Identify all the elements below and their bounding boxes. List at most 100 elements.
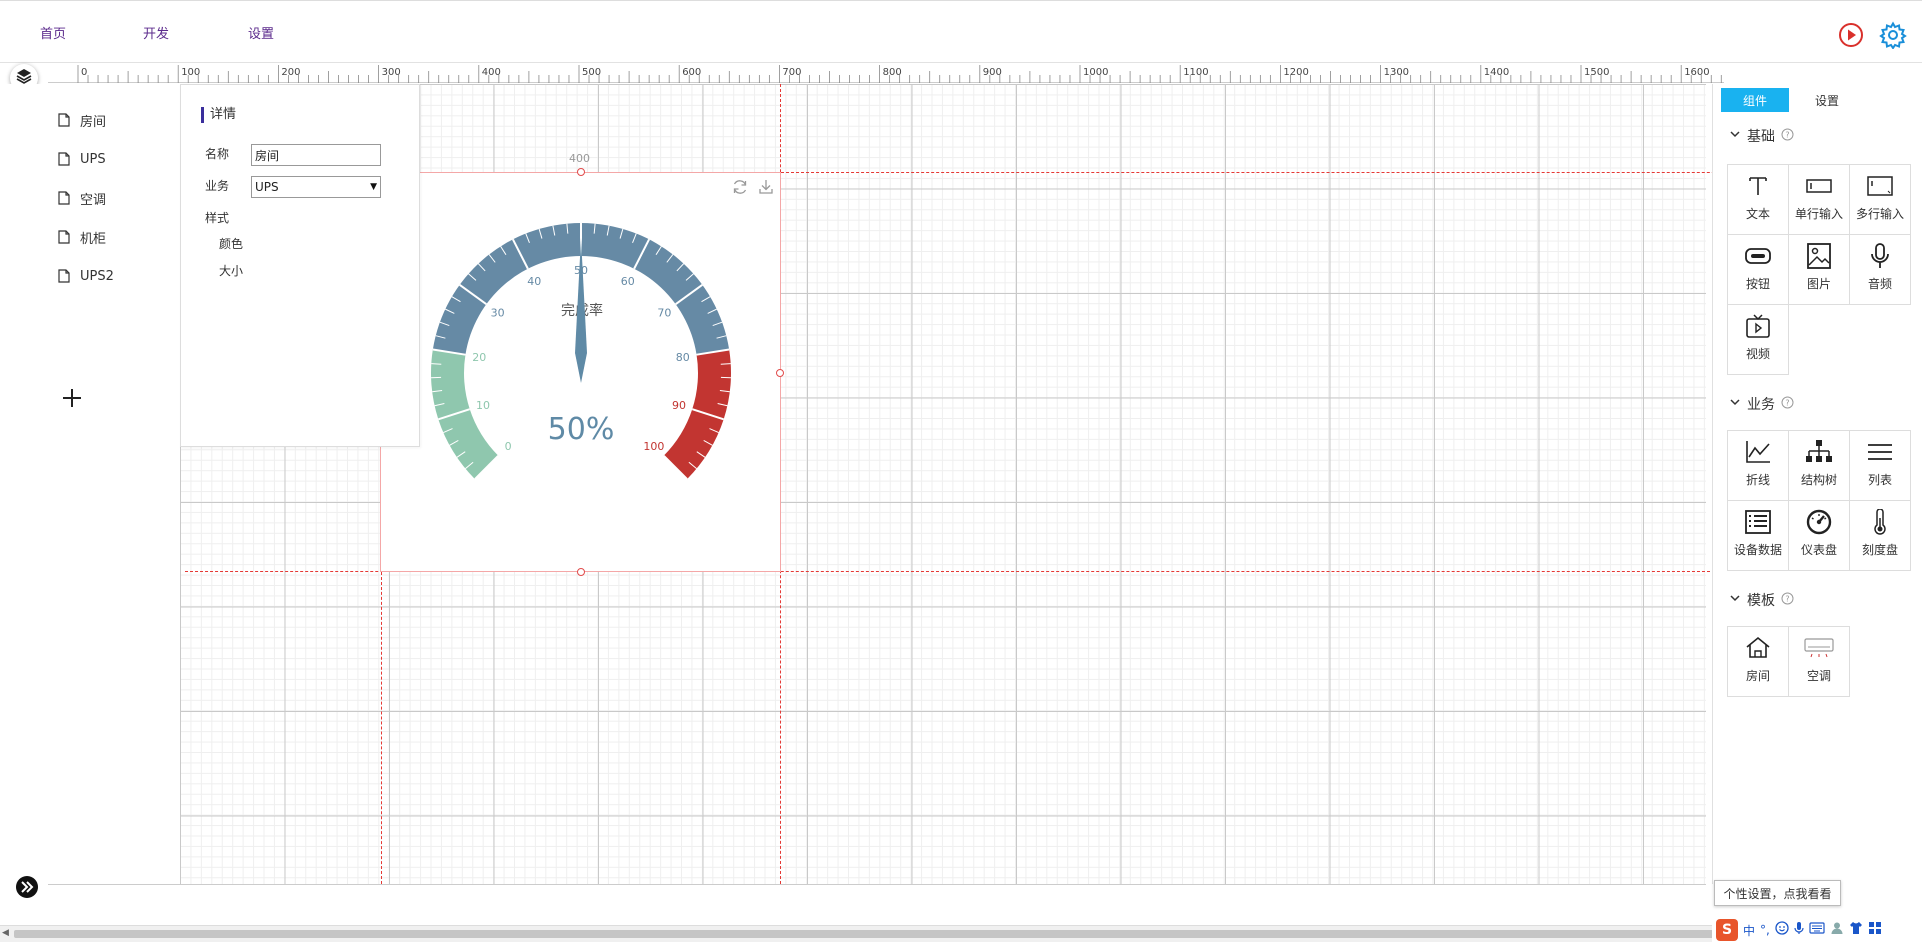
page-item-label: 空调	[80, 192, 107, 208]
ruler-label: 1600	[1684, 67, 1709, 78]
file-icon	[58, 113, 70, 127]
svg-text:?: ?	[1785, 130, 1789, 139]
guide-line-left	[381, 572, 382, 884]
component-label: 仪表盘	[1800, 543, 1837, 557]
component-label: 结构树	[1800, 473, 1837, 487]
gauge-tick-label: 60	[621, 275, 635, 288]
thermometer-icon	[1874, 509, 1886, 535]
ime-language-toggle[interactable]: 中	[1743, 922, 1755, 939]
help-icon[interactable]: ?	[1781, 128, 1794, 145]
details-title: 详情	[201, 107, 236, 123]
microphone-icon[interactable]	[1794, 921, 1804, 939]
grid-menu-icon[interactable]	[1868, 921, 1882, 939]
emoji-icon[interactable]	[1775, 921, 1789, 939]
nav-home[interactable]: 首页	[40, 23, 66, 42]
component-label: 单行输入	[1794, 207, 1843, 221]
size-label[interactable]: 大小	[219, 262, 243, 279]
gear-icon[interactable]	[1879, 21, 1907, 50]
ime-toolbar: S 中 °,	[1712, 918, 1922, 942]
color-label[interactable]: 颜色	[219, 235, 243, 252]
help-icon[interactable]: ?	[1781, 592, 1794, 609]
tab-components[interactable]: 组件	[1721, 88, 1789, 112]
page-item-ups[interactable]: UPS	[58, 149, 106, 169]
component-thermometer[interactable]: 刻度盘	[1850, 501, 1911, 571]
page-item-label: UPS2	[80, 268, 114, 284]
ruler-label: 800	[883, 67, 902, 78]
horizontal-scrollbar[interactable]: ◀	[0, 925, 1922, 942]
component-line-chart[interactable]: 折线	[1728, 431, 1789, 501]
ruler-label: 900	[983, 67, 1002, 78]
style-label: 样式	[205, 211, 230, 225]
gauge-band-low	[431, 349, 499, 480]
page-item-room[interactable]: 房间	[58, 110, 106, 130]
chevron-down-icon	[1729, 396, 1741, 412]
ruler-label: 500	[582, 67, 601, 78]
template-room[interactable]: 房间	[1728, 627, 1789, 697]
page-item-cabinet[interactable]: 机柜	[58, 227, 106, 247]
component-dashboard[interactable]: 仪表盘	[1789, 501, 1850, 571]
play-icon[interactable]	[1837, 21, 1865, 49]
gauge-widget[interactable]: 400 0102030405060708090100 完成率 50%	[380, 152, 784, 576]
page-item-label: UPS	[80, 151, 106, 167]
tab-settings[interactable]: 设置	[1793, 88, 1861, 112]
business-components-grid: 折线 结构树 列表 设备数据 仪表盘 刻度盘	[1727, 430, 1911, 571]
section-business-header[interactable]: 业务 ?	[1729, 394, 1794, 414]
basic-components-grid: 文本 单行输入 多行输入 按钮 图片 音频 视频	[1727, 164, 1911, 375]
component-label: 房间	[1745, 669, 1770, 683]
expand-panel-button[interactable]	[16, 876, 38, 898]
component-text[interactable]: 文本	[1728, 165, 1789, 235]
gauge-tick	[431, 363, 442, 365]
ruler-label: 1100	[1183, 67, 1208, 78]
user-icon[interactable]	[1830, 921, 1844, 939]
component-label: 刻度盘	[1861, 543, 1898, 557]
component-button[interactable]: 按钮	[1728, 235, 1789, 305]
file-icon	[58, 191, 70, 205]
top-bar: 首页 开发 设置	[0, 0, 1922, 63]
template-air-conditioner[interactable]: 空调	[1789, 627, 1850, 697]
gauge-tick-label: 20	[472, 351, 486, 364]
name-label: 名称	[205, 147, 230, 161]
gauge-value-text: 50%	[548, 412, 615, 447]
gauge-tick-label: 0	[505, 440, 512, 453]
ruler-label: 600	[682, 67, 701, 78]
component-list[interactable]: 列表	[1850, 431, 1911, 501]
section-template-header[interactable]: 模板 ?	[1729, 590, 1794, 610]
page-item-ups2[interactable]: UPS2	[58, 266, 114, 286]
ruler-label: 700	[782, 67, 801, 78]
scroll-left-icon[interactable]: ◀	[2, 928, 9, 938]
ruler-ticks: 0 100 200 300 400 500 600 700 800 900 1000 1100 1200…	[77, 65, 1722, 83]
business-select[interactable]: UPS ▼	[251, 176, 381, 198]
section-basic-header[interactable]: 基础 ?	[1729, 126, 1794, 146]
multi-line-input-icon	[1867, 176, 1893, 196]
add-page-button[interactable]	[60, 386, 84, 410]
scrollbar-thumb[interactable]	[14, 930, 1714, 938]
gauge-tick-label: 80	[676, 351, 690, 364]
ime-logo-icon[interactable]: S	[1716, 919, 1738, 941]
component-label: 空调	[1806, 669, 1831, 683]
shirt-icon[interactable]	[1849, 921, 1863, 939]
video-icon	[1746, 314, 1770, 338]
ruler-label: 1300	[1384, 67, 1409, 78]
keyboard-icon[interactable]	[1809, 922, 1825, 938]
help-icon[interactable]: ?	[1781, 396, 1794, 413]
nav-settings[interactable]: 设置	[248, 23, 274, 42]
tooltip: 个性设置，点我看看	[1714, 880, 1841, 906]
component-device-data[interactable]: 设备数据	[1728, 501, 1789, 571]
component-video[interactable]: 视频	[1728, 305, 1789, 375]
component-audio[interactable]: 音频	[1850, 235, 1911, 305]
gauge-tick-label: 40	[527, 275, 541, 288]
gauge-tick-label: 70	[657, 306, 671, 319]
component-image[interactable]: 图片	[1789, 235, 1850, 305]
component-org-tree[interactable]: 结构树	[1789, 431, 1850, 501]
ruler-label: 400	[482, 67, 501, 78]
ruler-label: 1500	[1584, 67, 1609, 78]
nav-develop[interactable]: 开发	[143, 23, 169, 42]
section-basic-title: 基础	[1747, 129, 1775, 145]
name-field[interactable]	[251, 144, 381, 166]
org-tree-icon	[1806, 440, 1832, 462]
component-single-line-input[interactable]: 单行输入	[1789, 165, 1850, 235]
component-multi-line-input[interactable]: 多行输入	[1850, 165, 1911, 235]
ruler-label: 1400	[1484, 67, 1509, 78]
punctuation-icon[interactable]: °,	[1760, 923, 1770, 937]
page-item-air-conditioner[interactable]: 空调	[58, 188, 106, 208]
